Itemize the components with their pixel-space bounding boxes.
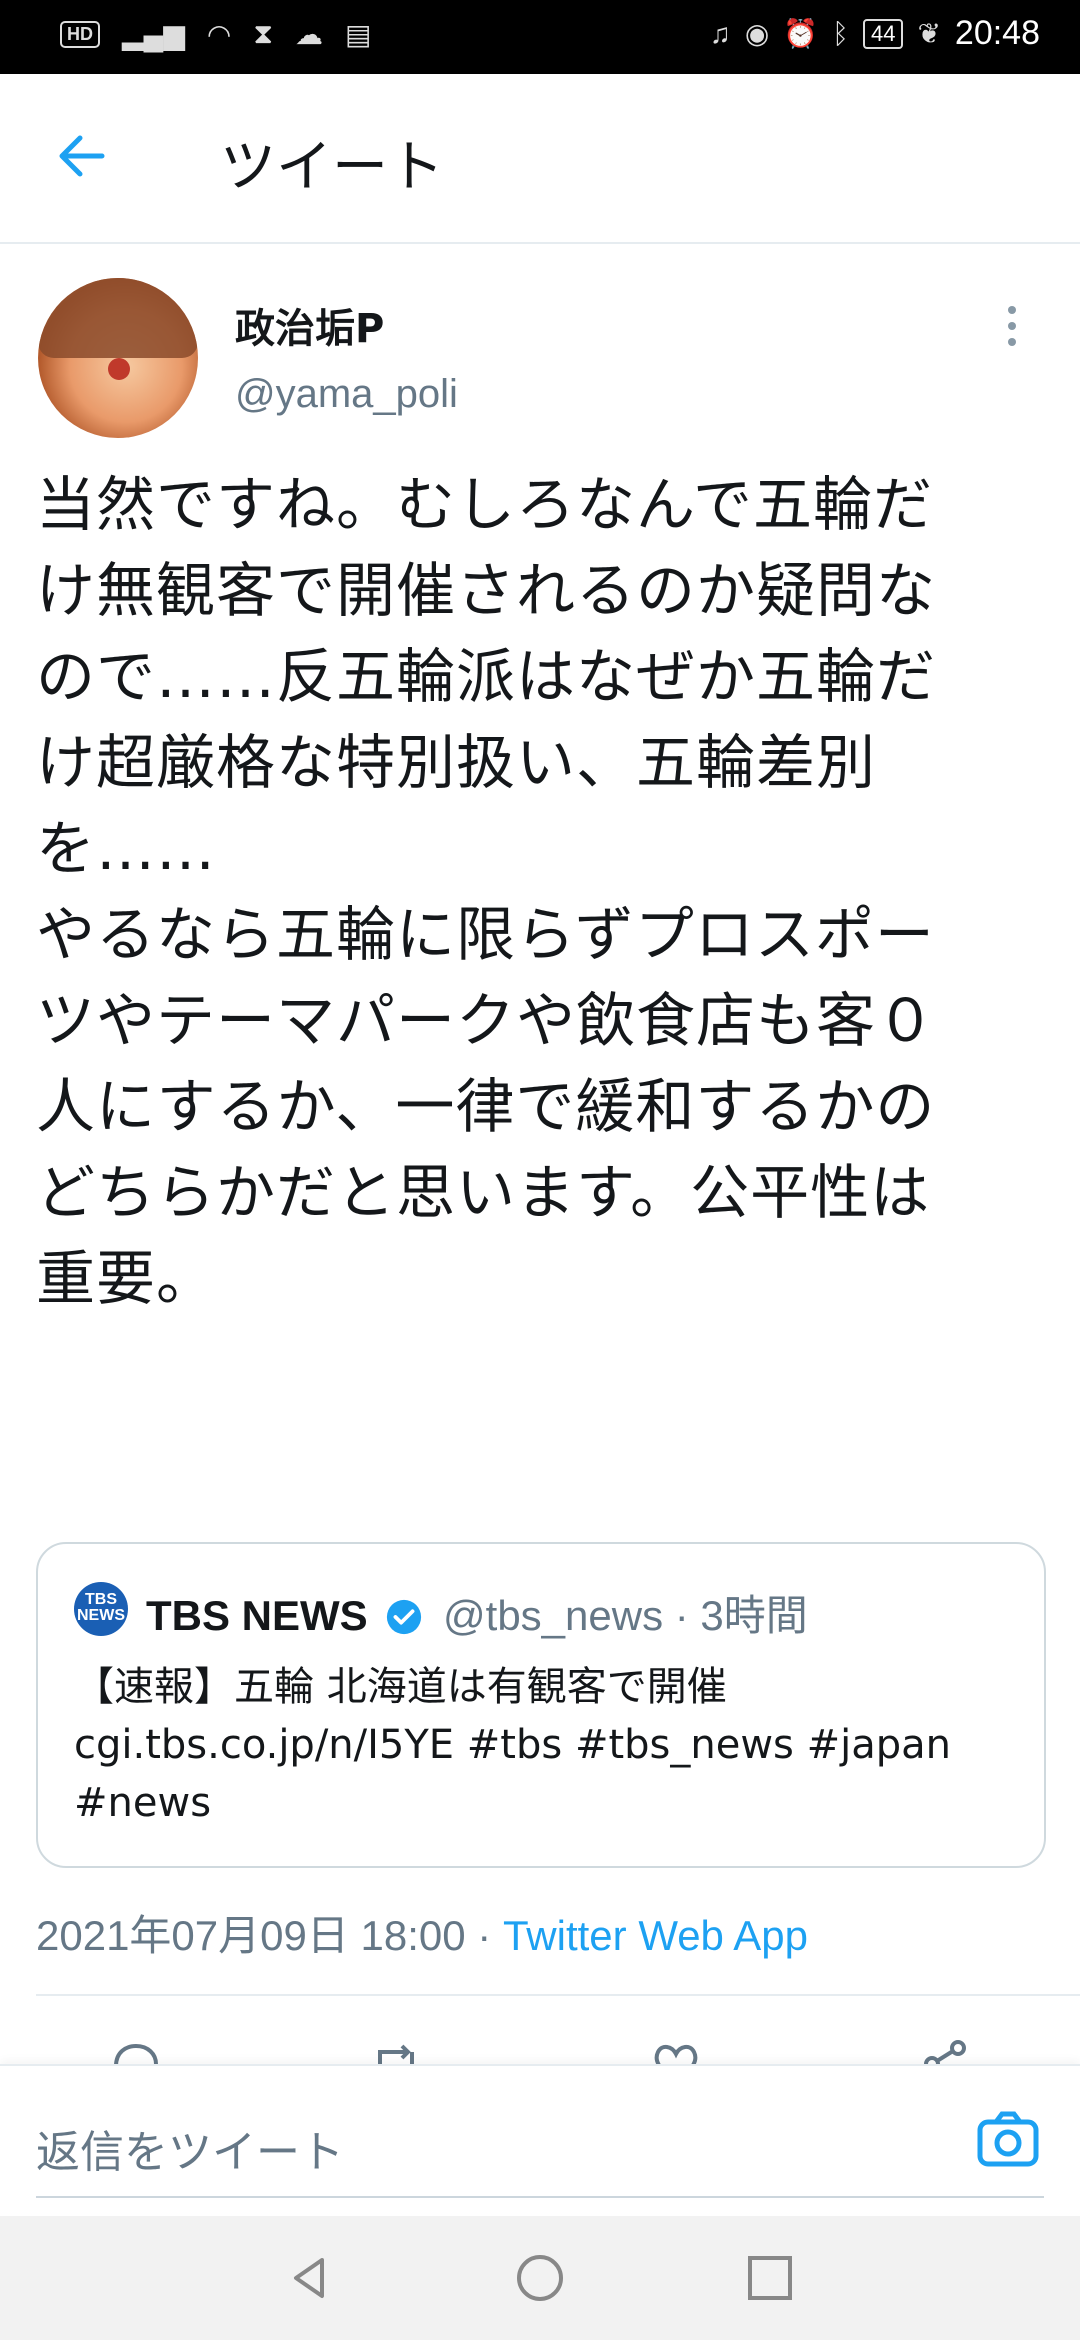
more-options-icon[interactable] — [1005, 306, 1019, 346]
quoted-meta: @tbs_news · 3時間 — [443, 1592, 808, 1639]
cloud-icon: ☁ — [295, 19, 323, 50]
eye-icon: ◉ — [744, 18, 770, 49]
timestamp-text: 2021年07月09日 18:00 · — [36, 1912, 503, 1959]
alarm-icon: ⏰ — [783, 18, 819, 49]
tbs-news-logo: TBS NEWS — [74, 1582, 128, 1636]
like-icon[interactable] — [648, 2036, 704, 2066]
page-title: ツイート — [220, 135, 444, 200]
battery-icon: 44 — [862, 18, 904, 49]
hd-icon: HD — [60, 21, 100, 48]
hourglass-icon: ⧗ — [253, 18, 273, 49]
quoted-tweet[interactable]: TBS NEWS TBS NEWS @tbs_news · 3時間 【速報】五輪… — [36, 1542, 1046, 1868]
reply-bar: 返信をツイート — [0, 2064, 1080, 2218]
tweet-timestamp: 2021年07月09日 18:00 · Twitter Web App — [36, 1902, 808, 1963]
retweet-icon[interactable] — [368, 2036, 424, 2066]
verified-badge-icon — [387, 1599, 422, 1635]
quoted-text: 【速報】五輪 北海道は有観客で開催 cgi.tbs.co.jp/n/I5YE #… — [74, 1664, 951, 1826]
divider — [36, 1994, 1080, 1996]
wifi-icon: ◠ — [206, 19, 232, 50]
reply-icon[interactable] — [108, 2036, 164, 2066]
bluetooth-icon: ᛒ — [832, 17, 849, 49]
signal-icon: ▂▄▆ — [122, 19, 185, 50]
tweet-text: 当然ですね。むしろなんで五輪だ け無観客で開催されるのか疑問な ので……反五輪派… — [36, 470, 937, 1313]
author-handle[interactable]: @yama_poli — [235, 372, 458, 417]
reply-underline — [36, 2196, 1044, 2198]
action-bar — [0, 2026, 1080, 2066]
avatar[interactable] — [38, 278, 198, 438]
camera-icon[interactable] — [976, 2110, 1040, 2168]
status-bar: HD ▂▄▆ ◠ ⧗ ☁ ▤ ♫ ◉ ⏰ ᛒ 44 ❦ 20:48 — [0, 0, 1080, 74]
status-time: 20:48 — [954, 14, 1040, 52]
top-bar: ツイート — [0, 74, 1080, 244]
sim-icon: ▤ — [345, 19, 372, 50]
share-icon[interactable] — [918, 2036, 974, 2066]
source-link[interactable]: Twitter Web App — [503, 1912, 808, 1959]
nav-back-icon[interactable] — [284, 2252, 336, 2304]
leaf-icon: ❦ — [917, 18, 941, 49]
quoted-author-name: TBS NEWS — [146, 1592, 368, 1639]
back-arrow-icon[interactable] — [52, 126, 112, 186]
system-nav-bar — [0, 2216, 1080, 2340]
headphones-icon: ♫ — [709, 17, 731, 49]
author-name[interactable]: 政治垢P — [235, 296, 384, 354]
reply-input[interactable]: 返信をツイート — [36, 2116, 344, 2180]
nav-recents-icon[interactable] — [744, 2252, 796, 2304]
nav-home-icon[interactable] — [514, 2252, 566, 2304]
